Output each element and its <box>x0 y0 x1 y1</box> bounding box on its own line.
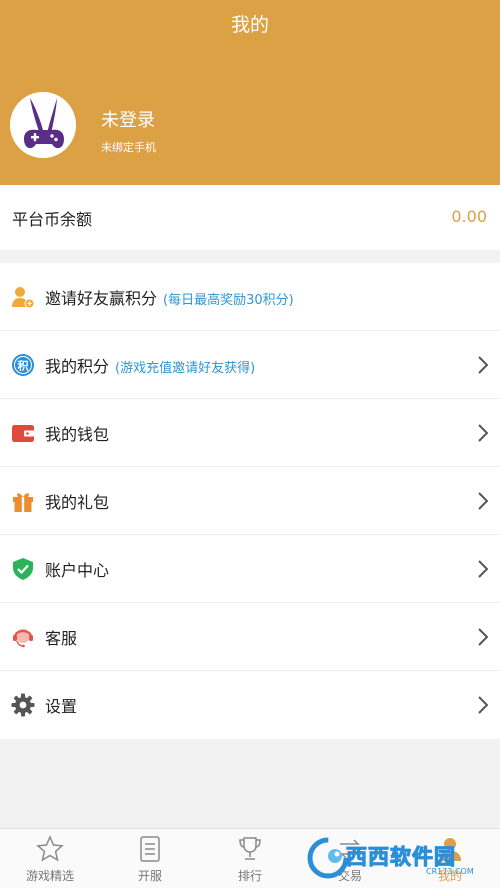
menu-label: 邀请好友赢积分 <box>45 289 158 308</box>
menu-label: 客服 <box>45 629 78 648</box>
tab-servers[interactable]: 开服 <box>100 829 200 888</box>
phone-binding-status: 未绑定手机 <box>101 141 156 154</box>
menu-item-account[interactable]: 账户中心 <box>0 535 500 603</box>
menu-label: 设置 <box>45 697 78 716</box>
rabbit-gamepad-logo-icon <box>10 92 76 158</box>
tab-label: 开服 <box>137 869 162 883</box>
menu-label: 账户中心 <box>45 561 110 580</box>
menu-hint: (游戏充值邀请好友获得) <box>115 361 256 376</box>
menu-item-wallet[interactable]: 我的钱包 <box>0 399 500 467</box>
tab-label: 游戏精选 <box>25 869 74 883</box>
tab-ranking[interactable]: 排行 <box>200 829 300 888</box>
platform-balance-row: 平台币余额 0.00 <box>0 185 500 250</box>
menu-item-settings[interactable]: 设置 <box>0 671 500 739</box>
chevron-right-icon <box>478 356 488 374</box>
chevron-right-icon <box>478 424 488 442</box>
page-title: 我的 <box>230 14 269 36</box>
star-icon <box>36 835 64 862</box>
customer-service-icon <box>13 629 33 648</box>
menu-label: 我的钱包 <box>45 425 110 444</box>
watermark-url: CR173.COM <box>426 867 474 876</box>
menu-item-my-points[interactable]: 积 我的积分 (游戏充值邀请好友获得) <box>0 331 500 399</box>
user-name[interactable]: 未登录 <box>101 106 155 132</box>
menu-label: 我的礼包 <box>45 493 110 512</box>
profile-header: 我的 未登录 未绑定手机 <box>0 0 500 185</box>
watermark-logo-icon <box>307 837 349 879</box>
tab-games[interactable]: 游戏精选 <box>0 829 100 888</box>
chevron-right-icon <box>478 628 488 646</box>
balance-value: 0.00 <box>451 207 487 226</box>
svg-text:积: 积 <box>18 359 29 373</box>
chevron-right-icon <box>478 696 488 714</box>
balance-label: 平台币余额 <box>12 210 93 229</box>
watermark: 西西软件园 CR173.COM <box>306 836 492 880</box>
tab-label: 排行 <box>237 869 262 883</box>
chevron-right-icon <box>478 560 488 578</box>
menu-label: 我的积分 <box>45 357 110 376</box>
shield-check-icon <box>13 558 33 580</box>
menu-item-customer-service[interactable]: 客服 <box>0 603 500 671</box>
document-icon <box>140 836 160 862</box>
trophy-icon <box>239 837 261 860</box>
gear-icon <box>11 693 35 717</box>
menu-list: 邀请好友赢积分 (每日最高奖励30积分) 积 我的积分 (游戏充值邀请好友获得) 我… <box>0 263 500 739</box>
avatar[interactable] <box>10 92 76 158</box>
invite-user-icon <box>12 287 35 309</box>
chevron-right-icon <box>478 492 488 510</box>
gift-icon <box>13 493 33 512</box>
menu-item-invite[interactable]: 邀请好友赢积分 (每日最高奖励30积分) <box>0 263 500 331</box>
points-icon: 积 <box>12 354 34 376</box>
menu-item-gift[interactable]: 我的礼包 <box>0 467 500 535</box>
menu-hint: (每日最高奖励30积分) <box>163 293 294 308</box>
wallet-icon <box>12 425 34 442</box>
